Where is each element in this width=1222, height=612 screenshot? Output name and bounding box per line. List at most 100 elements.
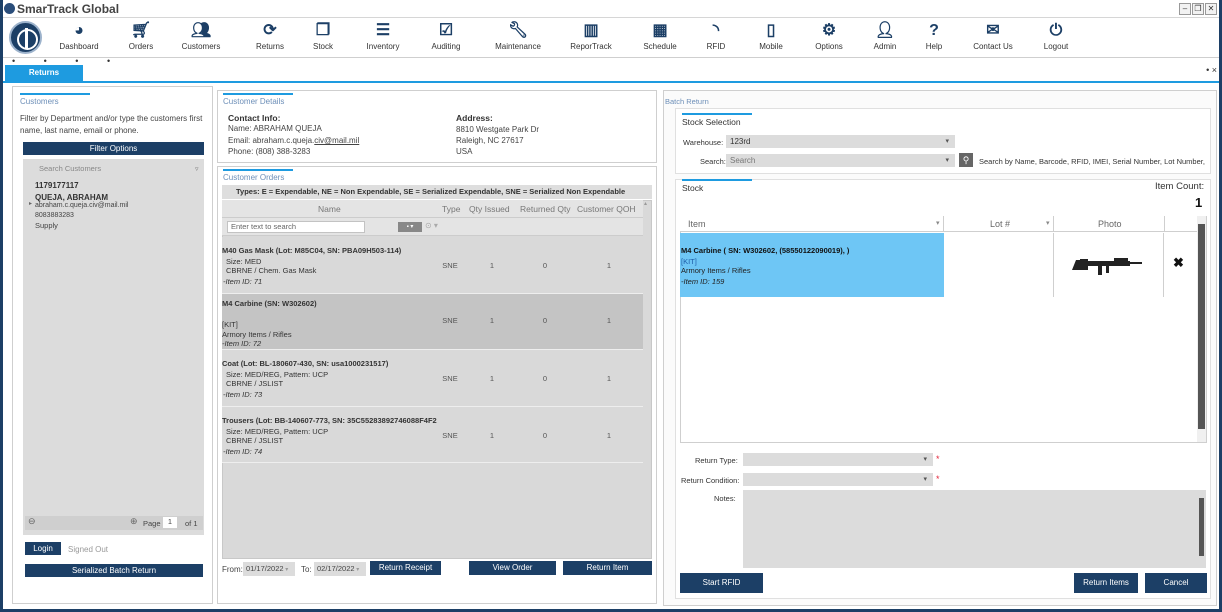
maximize-button[interactable]: ❐ (1192, 3, 1204, 15)
serialized-batch-return-button[interactable]: Serialized Batch Return (25, 564, 203, 577)
notes-textarea[interactable] (743, 490, 1206, 568)
toolbar-dashboard[interactable]: ◕ Dashboard (51, 20, 107, 58)
from-date-picker[interactable]: 01/17/2022 ▾ (243, 562, 295, 576)
order-row[interactable]: Coat (Lot: BL-180607-430, SN: usa1000231… (222, 350, 643, 407)
toolbar-logout[interactable]: ⏻ Logout (1037, 20, 1075, 58)
chevron-down-icon: ▾ (945, 138, 949, 145)
customer-details-title: Customer Details (223, 93, 294, 106)
address-line2: Raleigh, NC 27617 (456, 136, 524, 145)
toolbar-returns[interactable]: ⟳ Returns (247, 20, 293, 58)
toolbar-mobile[interactable]: ▯ Mobile (751, 20, 791, 58)
return-item-button[interactable]: Return Item (563, 561, 652, 575)
col-returned-qty[interactable]: Returned Qty (520, 204, 571, 214)
item-count-label: Item Count: (1155, 181, 1205, 192)
order-row-selected[interactable]: M4 Carbine (SN: W302602) [KIT] Armory It… (222, 294, 643, 350)
close-button[interactable]: ✕ (1205, 3, 1217, 15)
login-status: Signed Out (68, 545, 109, 554)
col-type[interactable]: Type (442, 204, 460, 214)
view-order-button[interactable]: View Order (469, 561, 556, 575)
login-button[interactable]: Login (25, 542, 61, 555)
email-link[interactable]: civ@mail.mil (314, 136, 359, 145)
app-icon (4, 3, 15, 14)
next-page-icon[interactable]: ⊕ (130, 516, 138, 527)
cogs-icon: ⚙ (821, 22, 837, 39)
notes-scrollbar[interactable] (1199, 498, 1204, 556)
return-condition-select[interactable]: ▾ (743, 473, 933, 486)
toolbar-options[interactable]: ⚙ Options (807, 20, 851, 58)
order-qoh: 1 (606, 316, 612, 325)
search-label: Search: (700, 157, 726, 166)
stock-scrollbar[interactable] (1197, 216, 1206, 442)
order-qoh: 1 (606, 374, 612, 383)
list-icon: ☰ (375, 22, 391, 39)
toolbar-auditing[interactable]: ☑ Auditing (423, 20, 469, 58)
customer-pager: ⊖ ⊕ Page 1 of 1 (25, 516, 203, 530)
order-category: CBRNE / Chem. Gas Mask (226, 266, 317, 275)
toolbar-help[interactable]: ? Help (919, 20, 949, 58)
prev-page-icon[interactable]: ⊖ (28, 516, 36, 527)
contact-phone: Phone: (808) 388-3283 (228, 147, 311, 156)
order-row[interactable]: M40 Gas Mask (Lot: M85C04, SN: PBA09H503… (222, 237, 643, 294)
order-qty-issued: 1 (489, 261, 495, 270)
toolbar-reportrack[interactable]: ▥ ReporTrack (565, 20, 617, 58)
tab-strip-controls[interactable]: • × (1206, 65, 1217, 75)
page-input[interactable]: 1 (163, 517, 177, 528)
cancel-button[interactable]: Cancel (1145, 573, 1207, 593)
toolbar-contact-us[interactable]: ✉ Contact Us (969, 20, 1017, 58)
tab-returns[interactable]: Returns (5, 65, 83, 81)
minimize-button[interactable]: – (1179, 3, 1191, 15)
toolbar-customers[interactable]: 👥︎ Customers (173, 20, 229, 58)
filter-icon[interactable]: ▿ (195, 165, 199, 173)
stock-search-input[interactable]: Search ▾ (726, 154, 955, 167)
return-items-button[interactable]: Return Items (1074, 573, 1138, 593)
to-date-picker[interactable]: 02/17/2022 ▾ (314, 562, 366, 576)
toolbar-admin[interactable]: 👤︎ Admin (867, 20, 903, 58)
start-rfid-button[interactable]: Start RFID (680, 573, 763, 593)
rifle-photo (1072, 258, 1142, 275)
col-name[interactable]: Name (318, 204, 341, 214)
order-title: M40 Gas Mask (Lot: M85C04, SN: PBA09H503… (222, 246, 402, 255)
col-qty-issued[interactable]: Qty Issued (469, 204, 510, 214)
stock-item-row[interactable]: M4 Carbine ( SN: W302602, (5855012209001… (680, 233, 944, 297)
item-filter-icon[interactable]: ▾ (936, 219, 940, 227)
toolbar-orders[interactable]: 🛒︎ Orders (121, 20, 161, 58)
customer-email: abraham.c.queja.civ@mail.mil (35, 202, 129, 209)
toolbar-inventory[interactable]: ☰ Inventory (357, 20, 409, 58)
warehouse-select[interactable]: 123rd ▾ (726, 135, 955, 148)
from-label: From: (222, 565, 243, 574)
return-receipt-button[interactable]: Return Receipt (370, 561, 441, 575)
customer-search-input[interactable]: Search Customers (27, 163, 201, 177)
toolbar-stock[interactable]: ❐ Stock (305, 20, 341, 58)
stock-item-kit: [KIT] (681, 257, 697, 266)
lot-filter-icon[interactable]: ▾ (1046, 219, 1050, 227)
col-photo[interactable]: Photo (1098, 219, 1122, 229)
orders-filter-row: Enter text to search ▪ ▾ ⊙ ▾ (222, 218, 643, 236)
filter-clear-icon[interactable]: ⊙ ▾ (425, 221, 438, 230)
power-icon: ⏻ (1049, 22, 1063, 39)
order-detail: Size: MED (226, 257, 262, 266)
order-kit: [KIT] (222, 320, 238, 329)
order-returned-qty: 0 (542, 316, 548, 325)
col-customer-qoh[interactable]: Customer QOH (577, 204, 636, 214)
chevron-down-icon: ▾ (923, 456, 927, 463)
toolbar-schedule[interactable]: ▦ Schedule (637, 20, 683, 58)
contact-email: Email: abraham.c.queja.civ@mail.mil (228, 136, 360, 145)
return-type-select[interactable]: ▾ (743, 453, 933, 466)
filter-operator-button[interactable]: ▪ ▾ (398, 222, 422, 232)
toolbar-maintenance[interactable]: 🔧︎ Maintenance (487, 20, 549, 58)
search-icon[interactable]: ⚲ (959, 153, 973, 167)
order-category: CBRNE / JSLIST (226, 436, 284, 445)
col-item[interactable]: Item (688, 219, 706, 229)
toolbar-rfid[interactable]: ◝ RFID (699, 20, 733, 58)
order-row[interactable]: Trousers (Lot: BB-140607-773, SN: 35C552… (222, 407, 643, 463)
order-type: SNE (442, 316, 458, 325)
order-item-id: -Item ID: 71 (223, 277, 263, 286)
col-lot[interactable]: Lot # (990, 219, 1010, 229)
remove-item-icon[interactable]: ✖ (1173, 255, 1184, 271)
filter-options-button[interactable]: Filter Options (23, 142, 204, 155)
scrollbar-thumb[interactable] (1198, 224, 1205, 429)
orders-filter-input[interactable]: Enter text to search (227, 221, 365, 233)
order-item-id: -Item ID: 73 (223, 390, 263, 399)
expand-icon[interactable]: ▸ (29, 200, 32, 207)
grid-scroll-up-icon[interactable]: ▴ (644, 200, 647, 207)
